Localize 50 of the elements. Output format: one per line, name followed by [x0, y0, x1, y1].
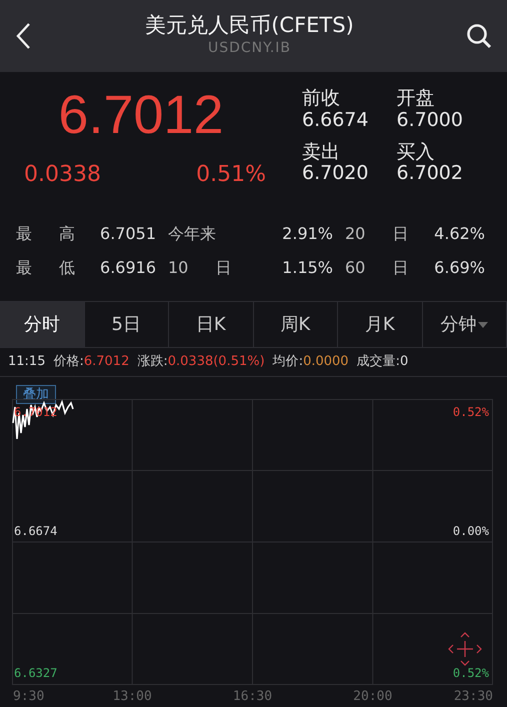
stat-value: 4.62% [433, 223, 485, 245]
stat-label: 60 日 [345, 257, 410, 279]
chart-tab[interactable]: 分时 [0, 302, 84, 347]
time-label: 9:30 [13, 688, 44, 706]
field-value: 6.6674 [302, 110, 370, 132]
field-value: 6.7000 [396, 110, 464, 132]
chart-tab[interactable]: 月K [338, 302, 422, 347]
chart-tab[interactable]: 分钟 [422, 302, 507, 347]
stat-label: 今年来 [168, 223, 217, 245]
caret-icon [478, 322, 488, 328]
stat-value: 1.15% [281, 257, 333, 279]
stat-label: 最 高 [16, 223, 76, 245]
price-change: 0.0338 [24, 161, 101, 189]
change-percent: 0.51% [196, 161, 266, 189]
field-label: 前收 [302, 88, 341, 110]
axis-label: 6.6674 [14, 522, 58, 540]
field-label: 买入 [396, 142, 436, 164]
time-label: 16:30 [232, 688, 272, 706]
time-label: 23:30 [454, 688, 493, 706]
page-title: 美元兑人民币(CFETS) [144, 12, 355, 38]
quote-info: 成交量:0 [356, 353, 408, 371]
stat-value: 6.69% [433, 257, 485, 279]
axis-label: 0.52% [452, 664, 489, 682]
symbol-code: USDCNY.IB [206, 39, 292, 58]
current-price: 6.7012 [57, 88, 225, 142]
field-value: 6.7020 [302, 163, 370, 186]
axis-label: 0.00% [452, 522, 489, 540]
axis-label: 6.6327 [14, 664, 58, 682]
time-label: 20:00 [353, 688, 392, 706]
stat-value: 6.6916 [99, 257, 156, 279]
field-label: 开盘 [396, 88, 436, 110]
stat-value: 6.7051 [99, 223, 156, 245]
chart-tab[interactable]: 日K [169, 302, 254, 347]
stat-label: 最 低 [16, 257, 76, 279]
quote-info: 11:15 [8, 353, 46, 371]
field-label: 卖出 [302, 142, 341, 164]
search-icon[interactable] [465, 22, 493, 50]
quote-info: 涨跌:0.0338(0.51%) [137, 353, 265, 371]
stat-label: 10 日 [168, 257, 232, 279]
chart-tab[interactable]: 5日 [84, 302, 169, 347]
field-value: 6.7002 [396, 163, 464, 186]
time-label: 13:00 [112, 688, 152, 706]
quote-info: 价格:6.7012 [53, 353, 130, 371]
axis-label: 0.52% [452, 404, 489, 420]
chart-tab[interactable]: 周K [254, 302, 338, 347]
quote-info: 均价:0.0000 [272, 353, 349, 371]
stat-label: 20 日 [345, 223, 410, 245]
overlay-button[interactable]: 叠加 [16, 384, 56, 404]
stat-value: 2.91% [281, 223, 333, 245]
move-icon[interactable] [448, 632, 482, 666]
